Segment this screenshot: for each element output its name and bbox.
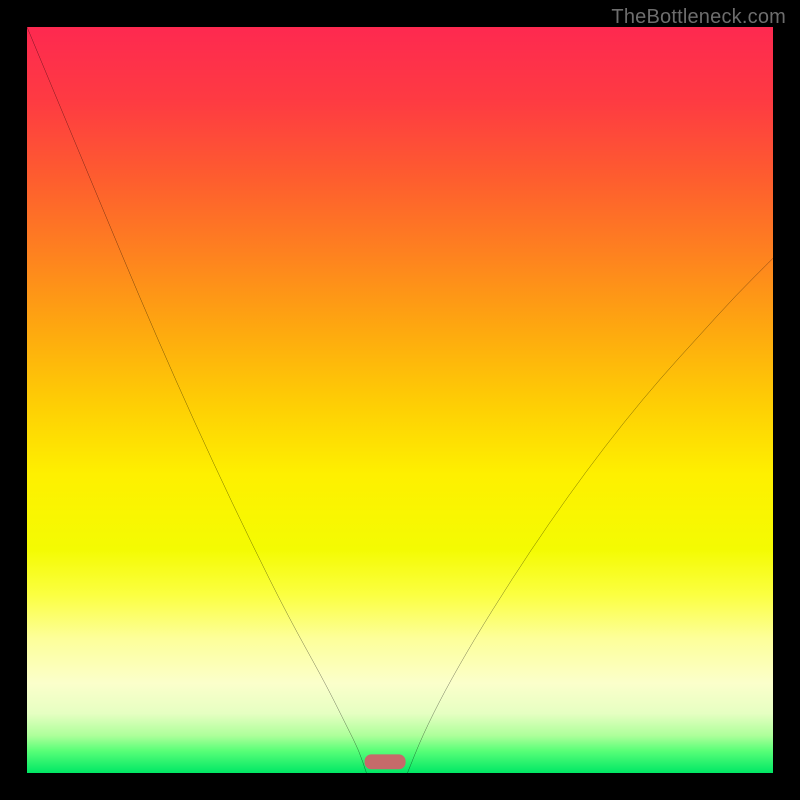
watermark-text: TheBottleneck.com <box>611 6 786 29</box>
gradient-background <box>27 27 773 773</box>
chart-canvas <box>27 27 773 773</box>
chart-frame: TheBottleneck.com <box>0 0 800 800</box>
target-marker <box>365 754 406 769</box>
chart-svg <box>27 27 773 773</box>
